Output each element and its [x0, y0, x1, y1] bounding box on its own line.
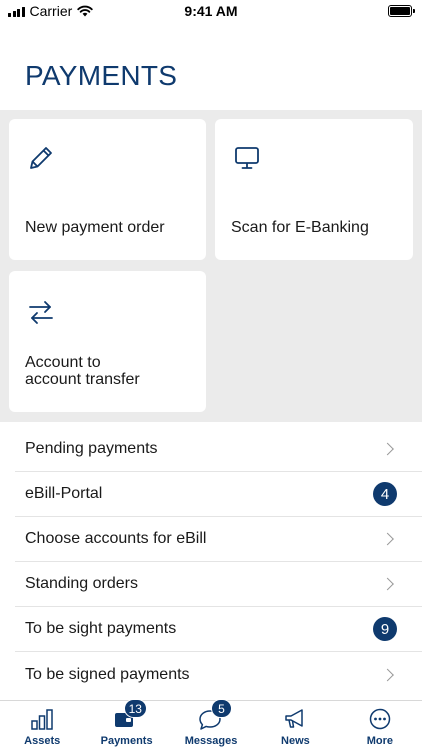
bar-chart-icon [31, 709, 53, 730]
list-item-ebill-portal[interactable]: eBill-Portal 4 [15, 472, 422, 517]
list-item-standing-orders[interactable]: Standing orders [15, 562, 422, 607]
pencil-icon [30, 147, 52, 169]
list-item-choose-accounts-ebill[interactable]: Choose accounts for eBill [15, 517, 422, 562]
tab-label: News [281, 735, 310, 747]
signal-icon [8, 6, 25, 17]
tab-icon-wrap: 13 [112, 699, 147, 731]
megaphone-icon [285, 709, 304, 728]
tile-new-payment-order[interactable]: New payment order [9, 119, 206, 260]
tab-badge: 13 [123, 699, 147, 718]
list-item-signed-payments[interactable]: To be signed payments [15, 652, 422, 697]
transfer-arrows-icon [29, 301, 53, 324]
list-item-label: To be signed payments [25, 665, 190, 683]
list-item-sight-payments[interactable]: To be sight payments 9 [15, 607, 422, 652]
action-tiles: New payment order Scan for E-Banking Acc… [0, 110, 422, 422]
chevron-right-icon [381, 532, 394, 546]
status-bar: Carrier 9:41 AM [0, 0, 422, 22]
tab-label: Payments [100, 735, 153, 747]
monitor-icon [235, 147, 259, 169]
tile-label: Account to account transfer [25, 354, 140, 388]
tab-label: Messages [184, 735, 238, 747]
tile-scan-for-e-banking[interactable]: Scan for E-Banking [215, 119, 413, 260]
chevron-right-icon [381, 668, 394, 681]
tab-messages[interactable]: 5 Messages [169, 699, 253, 750]
tile-label-line: account transfer [25, 371, 140, 388]
list-item-label: Standing orders [25, 575, 138, 592]
tab-label: Assets [24, 735, 61, 747]
tab-bar: Assets 13 Payments 5 Messages News More [0, 699, 422, 750]
list-item-pending-payments[interactable]: Pending payments [15, 427, 422, 472]
tab-assets[interactable]: Assets [0, 701, 84, 750]
more-dots-icon [369, 708, 391, 730]
tab-payments[interactable]: 13 Payments [84, 699, 168, 750]
tab-label: More [366, 735, 393, 747]
page-title: PAYMENTS [25, 60, 178, 91]
carrier-label: Carrier [29, 3, 73, 19]
tile-label: New payment order [25, 219, 165, 236]
tile-label-line: Account to [25, 354, 101, 371]
count-badge: 9 [373, 617, 397, 641]
list-item-label: eBill-Portal [25, 485, 103, 502]
chevron-right-icon [381, 442, 394, 456]
tile-account-transfer[interactable]: Account to account transfer [9, 271, 206, 412]
status-left: Carrier [8, 3, 93, 19]
tab-news[interactable]: News [253, 701, 337, 750]
tile-label: Scan for E-Banking [231, 219, 369, 236]
tab-badge: 5 [211, 699, 233, 718]
list-item-label: Choose accounts for eBill [25, 530, 207, 547]
list-item-label: Pending payments [25, 440, 158, 457]
wifi-icon [77, 5, 93, 17]
count-badge: 4 [373, 482, 397, 506]
list-item-label: To be sight payments [25, 620, 177, 637]
tab-icon-wrap: 5 [196, 699, 233, 731]
battery-icon [388, 5, 415, 17]
tab-more[interactable]: More [338, 701, 422, 750]
payments-list: Pending payments eBill-Portal 4 Choose a… [15, 427, 422, 697]
chevron-right-icon [381, 577, 394, 591]
